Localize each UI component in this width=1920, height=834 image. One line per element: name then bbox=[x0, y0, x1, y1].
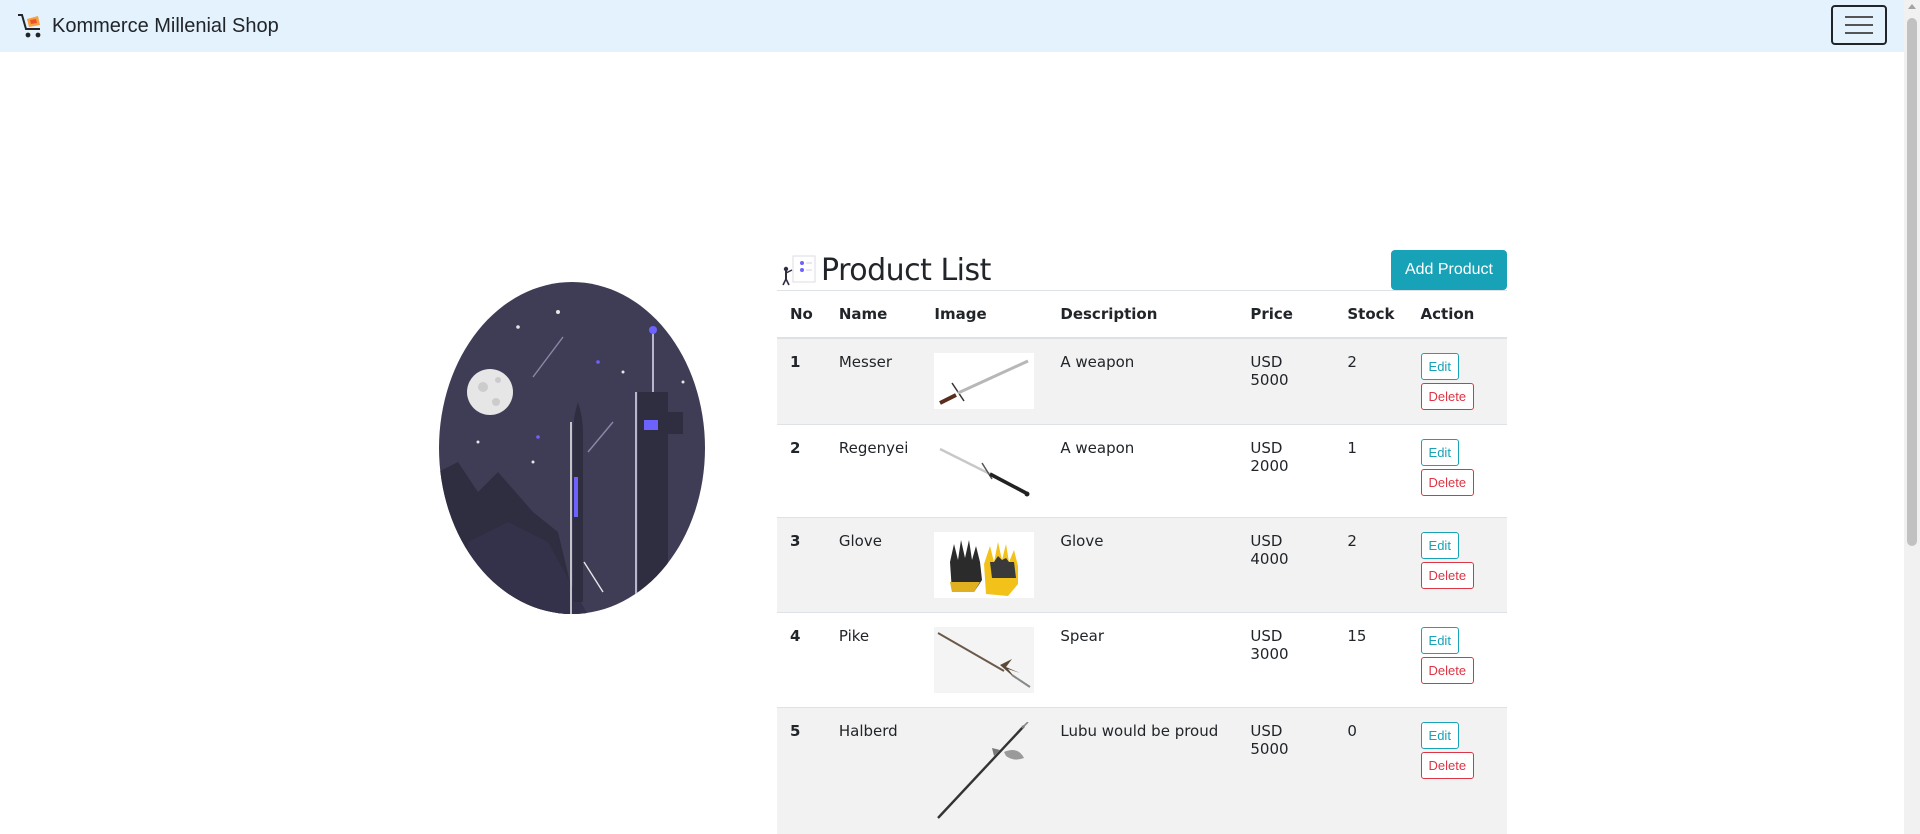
cell-action: Edit Delete bbox=[1407, 337, 1507, 425]
cell-no: 2 bbox=[777, 424, 826, 518]
cell-description: Spear bbox=[1047, 612, 1238, 708]
product-list-panel: Product List Add Product No Name Image D… bbox=[777, 250, 1507, 834]
cell-price: USD 3000 bbox=[1237, 612, 1335, 708]
column-header-price: Price bbox=[1237, 290, 1335, 339]
table-row: 1 Messer A weapon USD 5000 2 Edit Delete bbox=[777, 337, 1507, 425]
cell-description: Glove bbox=[1047, 517, 1238, 613]
row-actions: Edit Delete bbox=[1420, 627, 1494, 684]
cell-price: USD 2000 bbox=[1237, 424, 1335, 518]
cell-name: Regenyei bbox=[825, 424, 922, 518]
table-header-row: No Name Image Description Price Stock Ac… bbox=[777, 290, 1507, 339]
cell-image bbox=[921, 424, 1048, 518]
edit-button[interactable]: Edit bbox=[1420, 439, 1459, 466]
edit-button[interactable]: Edit bbox=[1420, 627, 1459, 654]
longsword-image bbox=[934, 439, 1035, 503]
cell-description: Lubu would be proud bbox=[1047, 707, 1238, 834]
page-viewport: Kommerce Millenial Shop Product List Add… bbox=[0, 0, 1904, 834]
cell-name: Glove bbox=[825, 517, 922, 613]
edit-button[interactable]: Edit bbox=[1420, 722, 1459, 749]
table-row: 4 Pike Spear USD 3000 15 Edit Delete bbox=[777, 612, 1507, 708]
delete-button[interactable]: Delete bbox=[1420, 469, 1475, 496]
cell-price: USD 5000 bbox=[1237, 337, 1335, 425]
add-product-button[interactable]: Add Product bbox=[1390, 250, 1507, 290]
table-body: 1 Messer A weapon USD 5000 2 Edit Delete… bbox=[777, 337, 1507, 834]
edit-button[interactable]: Edit bbox=[1420, 353, 1459, 380]
cell-image bbox=[921, 337, 1048, 425]
cell-description: A weapon bbox=[1047, 424, 1238, 518]
brand-name: Kommerce Millenial Shop bbox=[52, 14, 279, 37]
cell-no: 3 bbox=[777, 517, 826, 613]
cell-stock: 2 bbox=[1334, 337, 1408, 425]
hamburger-menu-icon-bar bbox=[1845, 24, 1873, 26]
row-actions: Edit Delete bbox=[1420, 722, 1494, 779]
table-header: No Name Image Description Price Stock Ac… bbox=[777, 290, 1507, 339]
halberd-image bbox=[934, 722, 1035, 820]
cell-name: Messer bbox=[825, 337, 922, 425]
sword-image bbox=[934, 353, 1035, 409]
table-row: 3 Glove Glove USD 4000 2 Edit Delete bbox=[777, 517, 1507, 613]
cell-image bbox=[921, 612, 1048, 708]
delete-button[interactable]: Delete bbox=[1420, 383, 1475, 410]
column-header-no: No bbox=[777, 290, 826, 339]
cell-name: Halberd bbox=[825, 707, 922, 834]
navbar: Kommerce Millenial Shop bbox=[0, 0, 1904, 52]
delete-button[interactable]: Delete bbox=[1420, 657, 1475, 684]
page-title: Product List bbox=[821, 252, 991, 288]
product-list-illustration-icon bbox=[782, 255, 816, 286]
cell-no: 1 bbox=[777, 337, 826, 425]
cell-price: USD 5000 bbox=[1237, 707, 1335, 834]
cell-action: Edit Delete bbox=[1407, 517, 1507, 613]
cell-action: Edit Delete bbox=[1407, 707, 1507, 834]
row-actions: Edit Delete bbox=[1420, 532, 1494, 589]
spear-image bbox=[934, 627, 1035, 693]
cell-description: A weapon bbox=[1047, 337, 1238, 425]
hamburger-menu-icon-bar bbox=[1845, 32, 1873, 34]
cell-action: Edit Delete bbox=[1407, 424, 1507, 518]
scroll-up-arrow-icon[interactable] bbox=[1908, 4, 1916, 9]
cell-stock: 1 bbox=[1334, 424, 1408, 518]
cell-image bbox=[921, 517, 1048, 613]
cell-no: 5 bbox=[777, 707, 826, 834]
brand-link[interactable]: Kommerce Millenial Shop bbox=[16, 11, 279, 41]
delete-button[interactable]: Delete bbox=[1420, 562, 1475, 589]
scrollbar-thumb[interactable] bbox=[1907, 18, 1917, 546]
rocket-night-illustration bbox=[439, 282, 705, 614]
column-header-description: Description bbox=[1047, 290, 1238, 339]
column-header-image: Image bbox=[921, 290, 1048, 339]
column-header-name: Name bbox=[825, 290, 922, 339]
menu-toggle-button[interactable] bbox=[1831, 5, 1887, 45]
cell-stock: 15 bbox=[1334, 612, 1408, 708]
page-scrollbar[interactable] bbox=[1904, 0, 1920, 834]
table-row: 2 Regenyei A weapon USD 2000 1 Edit Dele… bbox=[777, 424, 1507, 518]
cell-no: 4 bbox=[777, 612, 826, 708]
cell-image bbox=[921, 707, 1048, 834]
edit-button[interactable]: Edit bbox=[1420, 532, 1459, 559]
column-header-action: Action bbox=[1407, 290, 1507, 339]
cell-name: Pike bbox=[825, 612, 922, 708]
row-actions: Edit Delete bbox=[1420, 353, 1494, 410]
hero-illustration bbox=[438, 282, 706, 615]
gloves-image bbox=[934, 532, 1035, 598]
row-actions: Edit Delete bbox=[1420, 439, 1494, 496]
cell-stock: 2 bbox=[1334, 517, 1408, 613]
panel-header: Product List Add Product bbox=[777, 250, 1507, 290]
cell-price: USD 4000 bbox=[1237, 517, 1335, 613]
hamburger-menu-icon bbox=[1845, 16, 1873, 18]
product-table: No Name Image Description Price Stock Ac… bbox=[777, 290, 1507, 834]
cell-stock: 0 bbox=[1334, 707, 1408, 834]
column-header-stock: Stock bbox=[1334, 290, 1408, 339]
shopping-cart-icon bbox=[18, 14, 41, 38]
table-row: 5 Halberd Lubu would be proud USD 5000 0… bbox=[777, 707, 1507, 834]
delete-button[interactable]: Delete bbox=[1420, 752, 1475, 779]
cell-action: Edit Delete bbox=[1407, 612, 1507, 708]
